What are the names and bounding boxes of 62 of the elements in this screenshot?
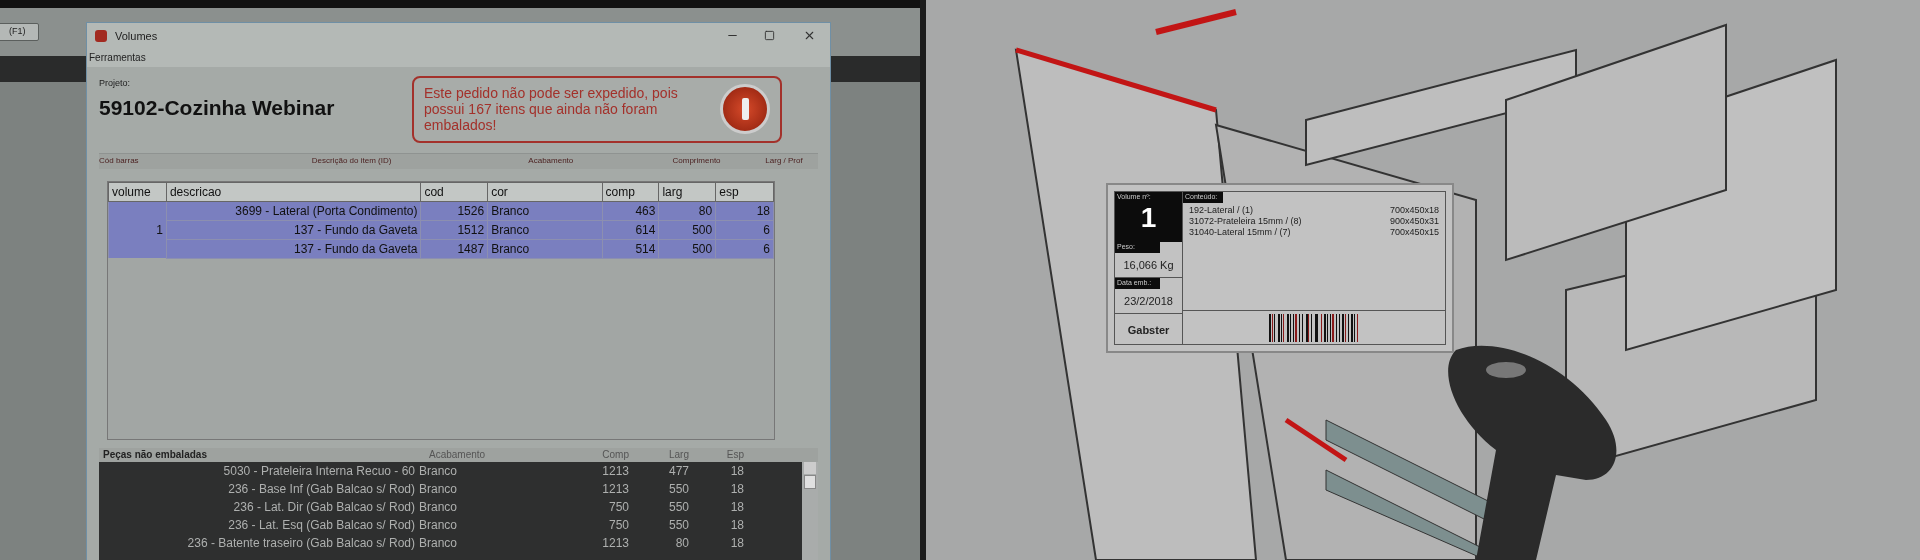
app-icon	[95, 29, 107, 42]
alert-message: Este pedido não pode ser expedido, pois possui 167 itens que ainda não foram embalados!	[424, 85, 679, 134]
content-size: 700x450x18	[1389, 204, 1439, 216]
column-label: Esp	[725, 448, 744, 463]
table-cell: 500	[658, 220, 716, 240]
menu-item[interactable]: Ferramentas	[87, 50, 148, 66]
table-cell: 6	[715, 239, 774, 259]
list-row[interactable]: 236 - Lat. Dir (Gab Balcao s/ Rod) Branco 750 550 18	[99, 497, 802, 516]
column-label: Larg	[668, 448, 689, 463]
scrollbar[interactable]	[802, 461, 818, 560]
project-label: Projeto:	[99, 76, 132, 90]
table-cell: Branco	[487, 220, 603, 240]
column-label: Larg / Prof	[764, 155, 804, 168]
list-row[interactable]: 236 - Batente traseiro (Gab Balcao s/ Rod) Branco 1213 80 18	[99, 533, 802, 552]
content-size: 700x450x15	[1389, 226, 1439, 238]
list-row[interactable]: 5030 - Prateleira Interna Recuo - 60 Branco 1213 477 18	[99, 461, 802, 480]
content-item: 31072-Prateleira 15mm / (8)	[1189, 215, 1303, 227]
exclamation-icon	[720, 84, 770, 135]
table-header[interactable]: comp	[602, 182, 659, 202]
content-item: 31040-Lateral 15mm / (7)	[1189, 226, 1292, 238]
list-row[interactable]: 236 - Lat. Esq (Gab Balcao s/ Rod) Branco 750 550 18	[99, 515, 802, 534]
content-size: 900x450x31	[1389, 215, 1439, 227]
volume-number: 1	[1140, 202, 1157, 233]
table-cell: 6	[715, 220, 774, 240]
table-cell: 1487	[420, 239, 488, 259]
maximize-icon[interactable]	[764, 30, 775, 42]
column-label: Acabamento	[527, 155, 575, 168]
panel-title: Peças não embaladas	[102, 448, 208, 463]
project-name: 59102-Cozinha Webinar	[99, 95, 336, 122]
table-cell: 137 - Fundo da Gaveta	[166, 220, 421, 240]
barcode-icon	[1269, 313, 1359, 342]
content-item: 192-Lateral / (1)	[1189, 204, 1255, 216]
table-row[interactable]: 1 137 - Fundo da Gaveta 1512 Branco 614 500 6	[108, 220, 774, 240]
column-label: Comp	[601, 448, 629, 463]
column-label: Cód barras	[99, 155, 140, 168]
table-cell: 514	[602, 239, 659, 259]
date-value: 23/2/2018	[1115, 288, 1182, 314]
table-cell: 614	[602, 220, 659, 240]
table-header[interactable]: larg	[658, 182, 716, 202]
brand-name: Gabster	[1126, 323, 1171, 338]
table-header[interactable]: cor	[487, 182, 603, 202]
table-cell: 80	[658, 201, 716, 221]
table-cell: 3699 - Lateral (Porta Condimento)	[166, 201, 421, 221]
table-header[interactable]: volume	[108, 182, 167, 202]
column-label: Comprimento	[671, 155, 722, 168]
table-cell: 137 - Fundo da Gaveta	[166, 239, 421, 259]
function-key-button[interactable]: (F1)	[0, 23, 39, 41]
window-title: Volumes	[115, 28, 158, 44]
table-cell: Branco	[487, 201, 603, 221]
table-cell: 500	[658, 239, 716, 259]
table-header[interactable]: descricao	[166, 182, 421, 202]
table-cell: 1512	[420, 220, 488, 240]
table-cell: Branco	[487, 239, 603, 259]
table-cell: 18	[715, 201, 774, 221]
table-row[interactable]: 137 - Fundo da Gaveta 1487 Branco 514 500 6	[108, 239, 774, 259]
table-cell: 463	[602, 201, 659, 221]
table-header[interactable]: cod	[420, 182, 488, 202]
table-header[interactable]: esp	[715, 182, 774, 202]
column-label: Descrição do item (ID)	[310, 155, 393, 168]
table-cell: 1526	[420, 201, 488, 221]
column-label: Acabamento	[428, 448, 487, 463]
list-row[interactable]: 236 - Base Inf (Gab Balcao s/ Rod) Branco 1213 550 18	[99, 479, 802, 498]
